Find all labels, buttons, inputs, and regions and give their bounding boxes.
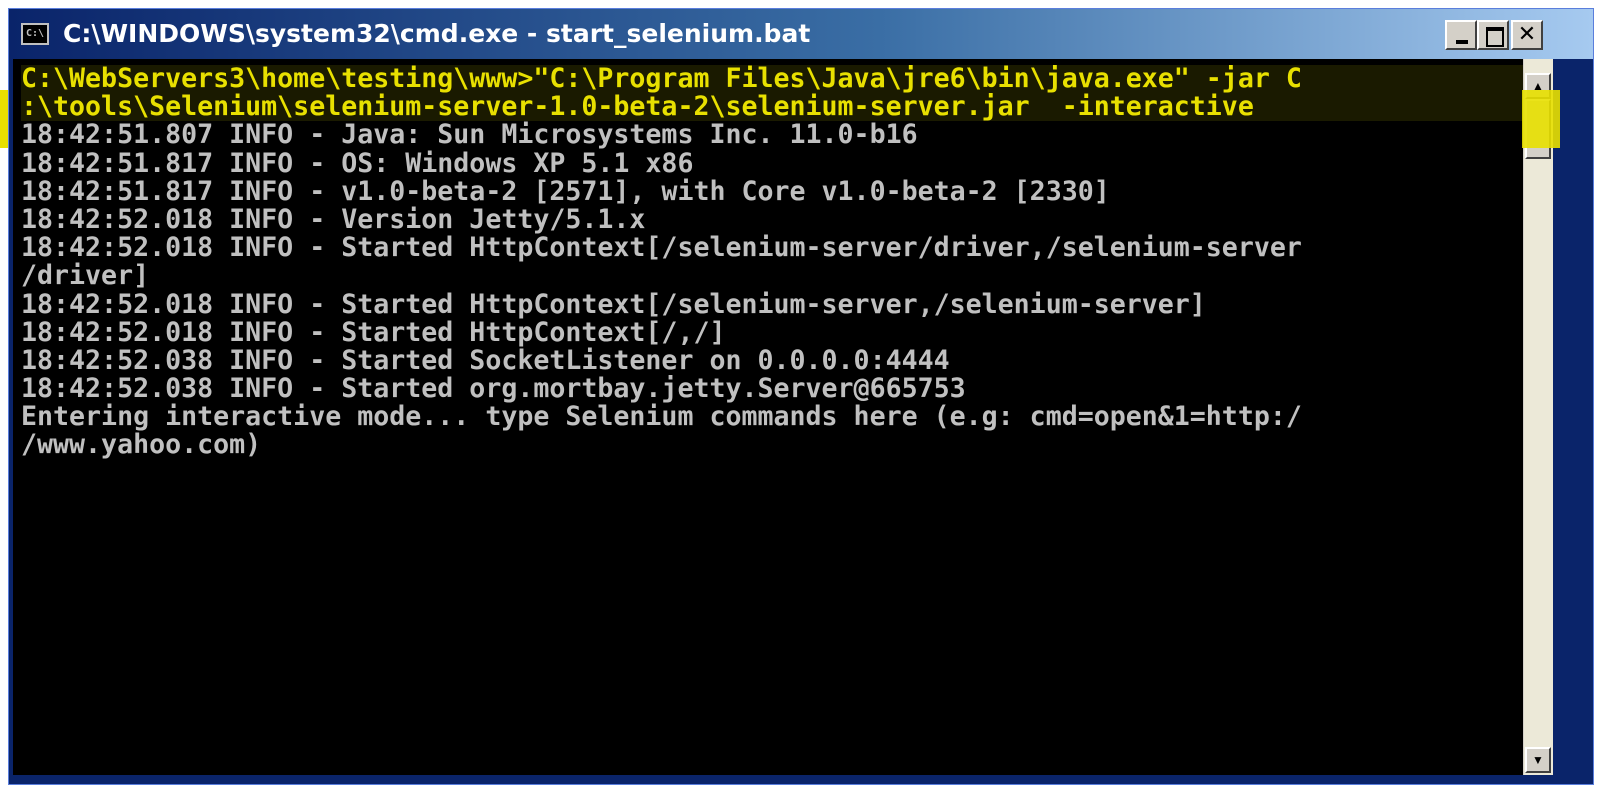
console-line: 18:42:52.018 INFO - Started HttpContext[… [21, 316, 726, 348]
console-line: 18:42:52.018 INFO - Started HttpContext[… [21, 288, 1206, 320]
console-line: Entering interactive mode... type Seleni… [21, 401, 1302, 433]
arrow-down-icon: ▼ [1532, 753, 1544, 767]
console-line: 18:42:52.018 INFO - Started HttpContext[… [21, 232, 1302, 264]
close-icon: ✕ [1517, 22, 1537, 47]
highlight-marker-right [1522, 90, 1560, 148]
vertical-scrollbar[interactable]: ▲ ▼ [1523, 59, 1553, 775]
scroll-down-button[interactable]: ▼ [1525, 747, 1551, 773]
window-title: C:\WINDOWS\system32\cmd.exe - start_sele… [63, 19, 811, 48]
console-line: /www.yahoo.com) [21, 429, 262, 461]
maximize-button[interactable] [1477, 20, 1509, 50]
maximize-icon [1486, 27, 1504, 47]
console-line: 18:42:52.038 INFO - Started SocketListen… [21, 344, 950, 376]
title-bar[interactable]: C:\ C:\WINDOWS\system32\cmd.exe - start_… [9, 9, 1593, 59]
console-line: 18:42:52.038 INFO - Started org.mortbay.… [21, 373, 966, 405]
console-line: 18:42:52.018 INFO - Version Jetty/5.1.x [21, 203, 646, 235]
console-line-command: C:\WebServers3\home\testing\www>"C:\Prog… [21, 64, 1523, 94]
console-line: /driver] [21, 260, 150, 292]
minimize-icon [1456, 40, 1468, 44]
console-line-command-cont: :\tools\Selenium\selenium-server-1.0-bet… [21, 92, 1523, 122]
close-button[interactable]: ✕ [1511, 20, 1543, 50]
console-line: 18:42:51.817 INFO - OS: Windows XP 5.1 x… [21, 147, 694, 179]
console-line: 18:42:51.807 INFO - Java: Sun Microsyste… [21, 119, 918, 151]
cmd-app-icon[interactable]: C:\ [21, 23, 49, 45]
console-output[interactable]: C:\WebServers3\home\testing\www>"C:\Prog… [13, 59, 1523, 775]
cmd-window: C:\ C:\WINDOWS\system32\cmd.exe - start_… [8, 8, 1594, 785]
console-line: 18:42:51.817 INFO - v1.0-beta-2 [2571], … [21, 175, 1110, 207]
highlight-marker-left [0, 90, 8, 148]
minimize-button[interactable] [1445, 20, 1477, 50]
